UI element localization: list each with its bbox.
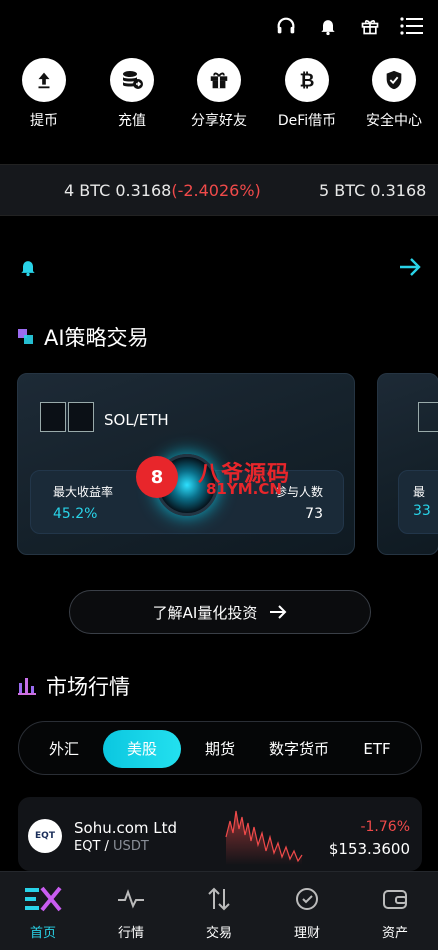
quick-withdraw[interactable]: 提币 [1, 58, 87, 130]
stat-label: 最大收益率 [53, 485, 114, 499]
learn-ai-label: 了解AI量化投资 [152, 603, 258, 622]
coin-icon [68, 402, 94, 432]
top-bar [274, 12, 424, 40]
home-logo-icon [25, 886, 62, 912]
ticker-change: (-2.4026%) [171, 181, 261, 200]
ticker-item: 4 BTC 0.3168(-2.4026%) [64, 181, 261, 200]
arrow-right-icon[interactable] [398, 256, 422, 282]
stats-box: 最 33 [398, 470, 438, 534]
stat-value: 45.2% [53, 506, 98, 522]
coin-icon [418, 402, 438, 432]
gift-icon[interactable] [358, 14, 382, 38]
strategy-card-next[interactable]: 最 33 [377, 373, 438, 555]
tab-etf[interactable]: ETF [349, 730, 405, 768]
pair-name: SOL/ETH [104, 411, 169, 429]
stock-price: $153.3600 [328, 840, 410, 858]
quick-share[interactable]: 分享好友 [176, 58, 262, 130]
nav-label: 理财 [293, 926, 320, 941]
headset-icon[interactable] [274, 14, 298, 38]
nav-trade[interactable]: 交易 [184, 886, 254, 941]
quote-currency: USDT [113, 839, 149, 854]
quick-security[interactable]: 安全中心 [351, 58, 437, 130]
section-title: 市场行情 [46, 675, 130, 699]
finance-icon [296, 888, 318, 910]
stat-label: 最 [413, 485, 426, 499]
change-percent: -1.76% [360, 819, 410, 835]
sparkline-chart [225, 810, 303, 865]
wallet-icon [383, 890, 407, 909]
market-row[interactable]: EQT Sohu.com Ltd EQT / USDT -1.76% $153.… [18, 797, 422, 871]
ticker-text: 4 BTC 0.3168 [64, 181, 172, 200]
quick-label: 充值 [118, 113, 146, 129]
tab-crypto[interactable]: 数字货币 [259, 730, 339, 768]
quick-label: DeFi借币 [277, 113, 337, 129]
stock-name: Sohu.com Ltd [74, 819, 178, 837]
stat-value: 73 [305, 506, 323, 522]
shield-icon [372, 58, 416, 102]
tab-futures[interactable]: 期货 [191, 730, 249, 768]
menu-icon[interactable] [400, 14, 424, 38]
nav-label: 资产 [381, 926, 408, 941]
quick-label: 提币 [30, 113, 58, 129]
nav-finance[interactable]: 理财 [272, 886, 342, 941]
price-ticker: 4 BTC 0.3168(-2.4026%) 5 BTC 0.3168 [0, 164, 438, 216]
bottom-nav: 首页 行情 交易 理财 资产 [0, 871, 438, 950]
gift-icon [197, 58, 241, 102]
quick-defi[interactable]: ₿ DeFi借币 [264, 58, 350, 130]
max-return-stat: 最大收益率 45.2% [53, 483, 113, 522]
nav-label: 行情 [117, 926, 144, 941]
quick-actions: 提币 充值 分享好友 ₿ DeFi借币 安全中心 [0, 58, 438, 138]
deposit-icon [110, 58, 154, 102]
withdraw-icon [22, 58, 66, 102]
tab-forex[interactable]: 外汇 [33, 730, 95, 768]
arrow-right-icon [270, 605, 287, 619]
quick-label: 安全中心 [366, 113, 422, 129]
bar-chart-icon [18, 678, 36, 695]
ai-strategy-icon [18, 329, 33, 344]
bell-icon[interactable] [316, 14, 340, 38]
quick-deposit[interactable]: 充值 [89, 58, 175, 130]
stat-value: 33 [413, 503, 431, 519]
watermark: 8 八爷源码 81YM.CN [136, 456, 306, 506]
nav-market[interactable]: 行情 [96, 886, 166, 941]
pair-icons [40, 402, 94, 434]
stock-logo: EQT [28, 819, 62, 853]
notice-bar[interactable] [18, 254, 422, 282]
market-tabs: 外汇 美股 期货 数字货币 ETF [18, 721, 422, 775]
svg-text:₿: ₿ [300, 70, 315, 91]
nav-home[interactable]: 首页 [8, 886, 78, 941]
tab-us-stocks[interactable]: 美股 [103, 730, 181, 768]
nav-label: 首页 [29, 926, 56, 941]
nav-assets[interactable]: 资产 [360, 886, 430, 941]
ai-section-header: AI策略交易 [18, 322, 149, 352]
swap-icon [208, 887, 230, 911]
section-title: AI策略交易 [44, 326, 149, 350]
stock-symbol: EQT / USDT [74, 839, 149, 854]
quick-label: 分享好友 [191, 113, 247, 129]
bitcoin-icon: ₿ [285, 58, 329, 102]
watermark-logo: 8 [136, 456, 178, 498]
ticker-text: 5 BTC 0.3168 [319, 181, 427, 200]
bell-icon [18, 256, 38, 282]
pulse-icon [118, 889, 144, 909]
coin-icon [40, 402, 66, 432]
learn-ai-button[interactable]: 了解AI量化投资 [69, 590, 371, 634]
market-section-header: 市场行情 [18, 671, 130, 701]
nav-label: 交易 [205, 926, 232, 941]
ticker-item: 5 BTC 0.3168 [319, 181, 426, 200]
watermark-url: 81YM.CN [206, 480, 282, 498]
symbol-text: EQT [74, 839, 101, 854]
